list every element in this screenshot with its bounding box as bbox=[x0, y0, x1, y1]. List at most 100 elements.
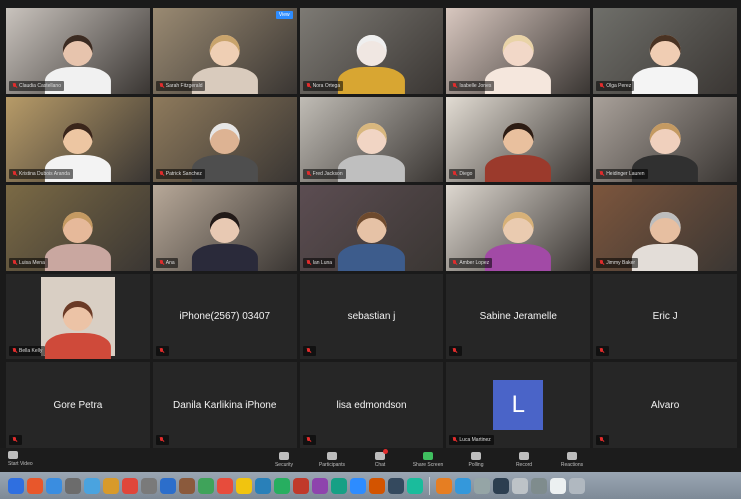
participant-tile[interactable]: Olga Perez bbox=[593, 8, 737, 94]
participant-tile[interactable]: L Luca Martinez bbox=[446, 362, 591, 448]
muted-microphone-icon bbox=[599, 348, 604, 354]
participant-tile[interactable]: View Sarah Fitzgerald bbox=[152, 8, 297, 94]
dock-app-icon[interactable] bbox=[350, 477, 366, 494]
dock-app-icon[interactable] bbox=[103, 477, 119, 494]
dock-app-icon[interactable] bbox=[550, 477, 566, 494]
dock-app-icon[interactable] bbox=[531, 477, 547, 494]
toolbar-label: Reactions bbox=[560, 462, 584, 468]
participant-tile[interactable]: Isabelle Jones bbox=[446, 8, 591, 94]
participant-tile[interactable]: Nora Ortega bbox=[299, 8, 444, 94]
participant-figure bbox=[44, 300, 111, 360]
participant-name: Luisa Mena bbox=[19, 259, 45, 266]
muted-microphone-icon bbox=[12, 82, 17, 89]
participant-tile[interactable]: Gore Petra bbox=[6, 362, 150, 448]
reactions-icon bbox=[567, 452, 577, 460]
dock-app-icon[interactable] bbox=[512, 477, 528, 494]
participant-tile[interactable]: Luisa Mena bbox=[6, 185, 150, 271]
polling-button[interactable]: Polling bbox=[454, 449, 498, 471]
dock-app-icon[interactable] bbox=[569, 477, 585, 494]
participant-tile[interactable]: Alvaro bbox=[593, 362, 737, 448]
muted-microphone-icon bbox=[306, 259, 311, 266]
dock-app-icon[interactable] bbox=[331, 477, 347, 494]
participant-tile[interactable]: Eric J bbox=[593, 273, 737, 360]
view-badge[interactable]: View bbox=[275, 11, 293, 19]
dock-app-icon[interactable] bbox=[474, 477, 490, 494]
muted-microphone-icon bbox=[452, 171, 457, 177]
participant-tile[interactable]: Amber Lopez bbox=[446, 185, 591, 271]
record-button[interactable]: Record bbox=[502, 449, 546, 471]
participant-name: Ana bbox=[165, 259, 175, 266]
dock-app-icon[interactable] bbox=[198, 477, 214, 494]
participant-name-label: Sarah Fitzgerald bbox=[155, 80, 206, 91]
participant-figure bbox=[632, 212, 699, 271]
muted-microphone-icon bbox=[306, 436, 311, 443]
share-screen-button[interactable]: Share Screen bbox=[406, 449, 450, 471]
participant-name: Sarah Fitzgerald bbox=[165, 82, 203, 89]
participant-tile[interactable]: Ana bbox=[152, 185, 297, 271]
dock-app-icon[interactable] bbox=[274, 477, 290, 494]
dock-app-icon[interactable] bbox=[8, 477, 24, 494]
participant-tile[interactable]: Heidinger Lauren bbox=[593, 96, 737, 183]
participant-tile[interactable]: Patrick Sanchez bbox=[152, 96, 297, 183]
muted-microphone-icon bbox=[159, 436, 164, 443]
participant-tile[interactable]: Claudia Castellano bbox=[6, 8, 150, 94]
participant-tile[interactable]: Danila Karlikina iPhone bbox=[152, 362, 297, 448]
participant-tile[interactable]: Ian Luna bbox=[299, 185, 444, 271]
participant-name: Diego bbox=[459, 171, 473, 178]
participant-name-label: Luisa Mena bbox=[9, 257, 48, 268]
reactions-button[interactable]: Reactions bbox=[550, 449, 594, 471]
participant-figure bbox=[485, 34, 552, 94]
chat-icon bbox=[375, 449, 388, 460]
dock-app-icon[interactable] bbox=[293, 477, 309, 494]
dock-app-icon[interactable] bbox=[46, 477, 62, 494]
meeting-toolbar: Start Video Security Participants Chat Shar… bbox=[0, 448, 741, 472]
dock-app-icon[interactable] bbox=[312, 477, 328, 494]
participant-figure bbox=[338, 34, 405, 94]
participant-tile[interactable]: iPhone(2567) 03407 bbox=[152, 273, 297, 360]
security-button[interactable]: Security bbox=[262, 449, 306, 471]
dock-app-icon[interactable] bbox=[65, 477, 81, 494]
participant-tile[interactable]: Sabine Jeramelle bbox=[446, 273, 591, 360]
participant-tile[interactable]: Bella Kelly bbox=[6, 273, 150, 360]
participant-figure bbox=[485, 212, 552, 271]
dock-app-icon[interactable] bbox=[217, 477, 233, 494]
dock-app-icon[interactable] bbox=[407, 477, 423, 494]
participant-tile[interactable]: Jimmy Baker bbox=[593, 185, 737, 271]
dock-app-icon[interactable] bbox=[455, 477, 471, 494]
muted-microphone-icon bbox=[599, 171, 604, 177]
dock-app-icon[interactable] bbox=[255, 477, 271, 494]
participant-display-name: lisa edmondson bbox=[336, 399, 407, 411]
dock-app-icon[interactable] bbox=[493, 477, 509, 494]
participant-tile[interactable]: Kristina Dubois Aranda bbox=[6, 96, 150, 183]
chat-button[interactable]: Chat bbox=[358, 449, 402, 471]
muted-microphone-icon bbox=[159, 82, 164, 89]
muted-microphone-icon bbox=[452, 348, 457, 354]
participant-name: Claudia Castellano bbox=[19, 82, 61, 89]
dock-app-icon[interactable] bbox=[369, 477, 385, 494]
participant-figure bbox=[485, 123, 552, 183]
dock-app-icon[interactable] bbox=[160, 477, 176, 494]
toolbar-label: Polling bbox=[468, 462, 484, 468]
macos-dock bbox=[0, 472, 741, 499]
participant-tile[interactable]: Fred Jackson bbox=[299, 96, 444, 183]
dock-app-icon[interactable] bbox=[141, 477, 157, 494]
participant-tile[interactable]: sebastian j bbox=[299, 273, 444, 360]
dock-app-icon[interactable] bbox=[122, 477, 138, 494]
participant-tile[interactable]: lisa edmondson bbox=[299, 362, 444, 448]
dock-app-icon[interactable] bbox=[179, 477, 195, 494]
participants-icon bbox=[327, 452, 337, 460]
participant-name-label: Luca Martinez bbox=[449, 434, 494, 445]
start-video-button[interactable]: Start Video bbox=[8, 451, 33, 467]
participants-button[interactable]: Participants bbox=[310, 449, 354, 471]
participant-name-label: Diego bbox=[449, 169, 476, 180]
dock-app-icon[interactable] bbox=[436, 477, 452, 494]
dock-app-icon[interactable] bbox=[84, 477, 100, 494]
participant-tile[interactable]: Diego bbox=[446, 96, 591, 183]
dock-app-icon[interactable] bbox=[236, 477, 252, 494]
dock-app-icon[interactable] bbox=[388, 477, 404, 494]
toolbar-center: Security Participants Chat Share Screen Poll… bbox=[262, 449, 594, 471]
participant-name: Olga Perez bbox=[606, 82, 632, 89]
muted-microphone-icon bbox=[12, 259, 17, 266]
toolbar-label: Chat bbox=[374, 462, 386, 468]
dock-app-icon[interactable] bbox=[27, 477, 43, 494]
